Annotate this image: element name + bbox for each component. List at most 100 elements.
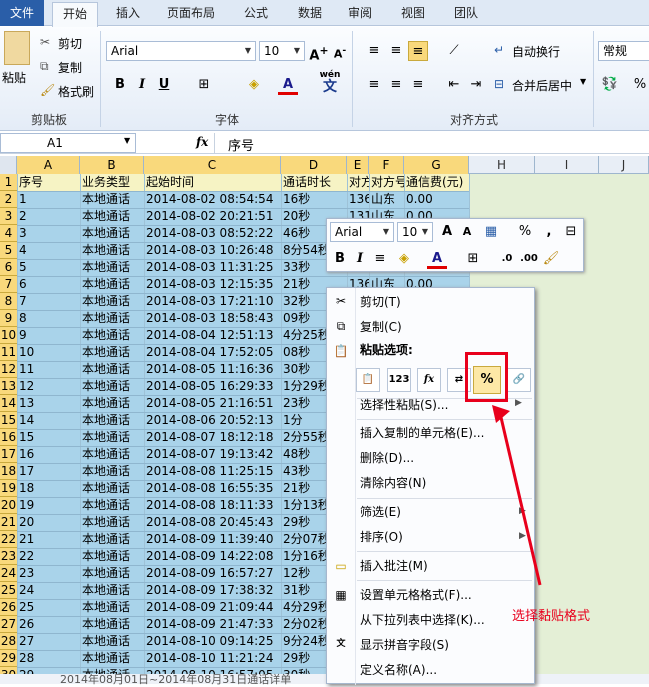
table-cell[interactable]: 2014-08-05 21:16:51 xyxy=(144,395,281,412)
menu-define-name[interactable]: 定义名称(A)... xyxy=(360,659,437,681)
row-header[interactable]: 6 xyxy=(0,259,17,276)
table-cell[interactable]: 本地通话 xyxy=(80,208,144,225)
currency-icon[interactable]: 💱 xyxy=(600,75,620,95)
paste-icon[interactable] xyxy=(4,31,30,65)
table-cell[interactable]: 14 xyxy=(17,412,80,429)
menu-paste-special[interactable]: 选择性粘贴(S)... xyxy=(360,394,448,416)
table-cell[interactable]: 本地通话 xyxy=(80,259,144,276)
row-header[interactable]: 2 xyxy=(0,191,17,208)
menu-copy[interactable]: 复制(C) xyxy=(360,316,402,338)
table-cell[interactable]: 2014-08-09 16:57:27 xyxy=(144,565,281,582)
table-cell[interactable]: 本地通话 xyxy=(80,191,144,208)
table-cell[interactable]: 2014-08-03 18:58:43 xyxy=(144,310,281,327)
table-cell[interactable]: 2014-08-08 20:45:43 xyxy=(144,514,281,531)
table-cell[interactable]: 4 xyxy=(17,242,80,259)
table-cell[interactable]: 通话时长 xyxy=(281,174,347,191)
menu-insert-copied[interactable]: 插入复制的单元格(E)... xyxy=(360,422,484,444)
table-cell[interactable]: 5 xyxy=(17,259,80,276)
align-center-icon[interactable]: ≡ xyxy=(386,75,406,95)
table-cell[interactable]: 2014-08-03 17:21:10 xyxy=(144,293,281,310)
row-header[interactable]: 26 xyxy=(0,599,17,616)
table-cell[interactable]: 山东 xyxy=(369,191,404,208)
table-cell[interactable]: 本地通话 xyxy=(80,378,144,395)
row-header[interactable]: 5 xyxy=(0,242,17,259)
menu-sort[interactable]: 排序(O) xyxy=(360,526,403,548)
menu-pick-list[interactable]: 从下拉列表中选择(K)... xyxy=(360,609,485,631)
increase-indent-icon[interactable]: ⇥ xyxy=(466,75,486,95)
shrink-font-icon[interactable]: A- xyxy=(330,41,350,61)
chevron-down-icon[interactable]: ▼ xyxy=(290,42,304,60)
row-header[interactable]: 23 xyxy=(0,548,17,565)
table-cell[interactable]: 本地通话 xyxy=(80,429,144,446)
table-cell[interactable]: 0.00 xyxy=(404,191,469,208)
tab-review[interactable]: 审阅 xyxy=(340,0,380,26)
percent-button[interactable]: % xyxy=(630,75,649,95)
bold-icon[interactable]: B xyxy=(110,75,130,95)
menu-cut[interactable]: 剪切(T) xyxy=(360,291,401,313)
align-left-icon[interactable]: ≡ xyxy=(364,75,384,95)
column-header[interactable]: E xyxy=(347,156,369,174)
fill-color-icon[interactable]: ◈ xyxy=(244,75,264,95)
table-cell[interactable]: 2014-08-09 21:09:44 xyxy=(144,599,281,616)
table-cell[interactable]: 18 xyxy=(17,480,80,497)
table-cell[interactable]: 6 xyxy=(17,276,80,293)
table-cell[interactable]: 本地通话 xyxy=(80,344,144,361)
cut-button[interactable]: 剪切 xyxy=(58,35,82,52)
select-all-corner[interactable] xyxy=(0,156,17,174)
table-cell[interactable]: 7 xyxy=(17,293,80,310)
table-cell[interactable]: 2014-08-02 20:21:51 xyxy=(144,208,281,225)
table-cell[interactable]: 2014-08-05 11:16:36 xyxy=(144,361,281,378)
table-cell[interactable]: 12 xyxy=(17,378,80,395)
underline-icon[interactable]: U xyxy=(154,75,174,95)
table-cell[interactable]: 本地通话 xyxy=(80,395,144,412)
table-cell[interactable]: 16秒 xyxy=(281,191,347,208)
table-cell[interactable]: 本地通话 xyxy=(80,310,144,327)
table-cell[interactable]: 2014-08-03 12:15:35 xyxy=(144,276,281,293)
table-cell[interactable]: 本地通话 xyxy=(80,565,144,582)
table-cell[interactable]: 本地通话 xyxy=(80,225,144,242)
tab-formulas[interactable]: 公式 xyxy=(234,0,278,26)
table-cell[interactable]: 本地通话 xyxy=(80,412,144,429)
table-cell[interactable]: 本地通话 xyxy=(80,480,144,497)
decrease-indent-icon[interactable]: ⇤ xyxy=(444,75,464,95)
row-header[interactable]: 12 xyxy=(0,361,17,378)
table-cell[interactable]: 2014-08-09 21:47:33 xyxy=(144,616,281,633)
font-color-icon[interactable]: A xyxy=(278,75,298,95)
table-cell[interactable]: 22 xyxy=(17,548,80,565)
paste-link-icon[interactable]: 🔗 xyxy=(507,368,531,392)
table-cell[interactable]: 13 xyxy=(17,395,80,412)
table-cell[interactable]: 16 xyxy=(17,446,80,463)
row-header[interactable]: 10 xyxy=(0,327,17,344)
paste-all-icon[interactable]: 📋 xyxy=(356,368,380,392)
italic-icon[interactable]: I xyxy=(132,75,152,95)
row-header[interactable]: 20 xyxy=(0,497,17,514)
row-header[interactable]: 19 xyxy=(0,480,17,497)
column-header[interactable]: D xyxy=(281,156,347,174)
table-cell[interactable]: 21 xyxy=(17,531,80,548)
row-header[interactable]: 24 xyxy=(0,565,17,582)
paste-button[interactable]: 粘贴 xyxy=(2,69,26,86)
grow-font-icon[interactable]: A xyxy=(437,222,457,242)
menu-format-cells[interactable]: 设置单元格格式(F)... xyxy=(360,584,472,606)
align-top-icon[interactable]: ≡ xyxy=(364,41,384,61)
table-cell[interactable]: 通信费(元) xyxy=(404,174,469,191)
table-cell[interactable]: 本地通话 xyxy=(80,582,144,599)
row-header[interactable]: 4 xyxy=(0,225,17,242)
table-cell[interactable]: 2014-08-03 11:31:25 xyxy=(144,259,281,276)
mini-percent-button[interactable]: % xyxy=(515,222,535,242)
table-cell[interactable]: 本地通话 xyxy=(80,463,144,480)
table-cell[interactable]: 本地通话 xyxy=(80,361,144,378)
bold-icon[interactable]: B xyxy=(330,249,350,269)
row-header[interactable]: 15 xyxy=(0,412,17,429)
border-icon[interactable]: ⊞ xyxy=(194,75,214,95)
table-cell[interactable]: 24 xyxy=(17,582,80,599)
table-cell[interactable]: 27 xyxy=(17,633,80,650)
tab-page-layout[interactable]: 页面布局 xyxy=(158,0,224,26)
merge-center-button[interactable]: 合并后居中 xyxy=(512,77,572,94)
tab-file[interactable]: 文件 xyxy=(0,0,44,26)
table-cell[interactable]: 15 xyxy=(17,429,80,446)
table-cell[interactable]: 2014-08-06 20:52:13 xyxy=(144,412,281,429)
table-cell[interactable]: 28 xyxy=(17,650,80,667)
table-cell[interactable]: 25 xyxy=(17,599,80,616)
table-cell[interactable]: 对方号 xyxy=(369,174,404,191)
